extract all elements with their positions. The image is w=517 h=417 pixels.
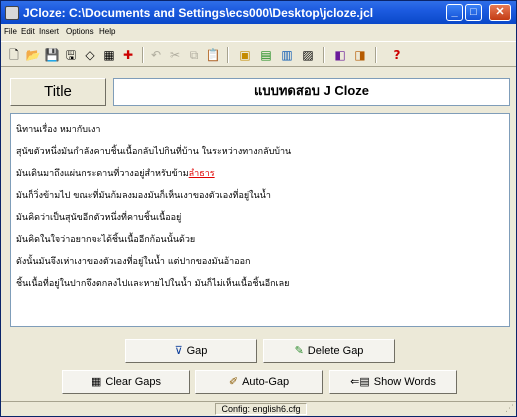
show-words-button-label: Show Words [373,376,436,388]
clear-icon[interactable]: ◇ [82,47,98,63]
new-file-icon[interactable]: 🗋 [6,47,22,63]
title-bar[interactable]: JCloze: C:\Documents and Settings\ecs000… [1,1,516,24]
copy-icon[interactable]: ⧉ [186,47,202,63]
gap-button[interactable]: ⊽ Gap [125,339,257,363]
help-icon[interactable]: ? [389,47,405,63]
app-icon[interactable] [5,6,19,20]
toolbar: 🗋 📂 💾 🖫 ◇ ▦ ✚ ↶ ✂ ⧉ 📋 ▣ ▤ ▥ ▨ ◧ ◨ ? [1,41,516,67]
auto-gap-icon: ✐ [228,376,239,388]
text-line: สุนัขตัวหนึ่งมันกำลังคาบชิ้นเนื้อกลับไปก… [16,147,292,157]
window-title: JCloze: C:\Documents and Settings\ecs000… [23,6,374,20]
text-line: มันก็วิ่งข้ามไป ขณะที่มันก้มลงมองมันก็เห… [16,191,271,201]
view-icon[interactable]: ◧ [332,47,348,63]
text-line: มันคิดว่าเป็นสุนัขอีกตัวหนึ่งที่คาบชิ้นเ… [16,213,182,223]
show-words-button[interactable]: ⇐▤ Show Words [329,370,457,394]
auto-gap-button[interactable]: ✐ Auto-Gap [195,370,323,394]
text-line: ดังนั้นมันจึงเห่าเงาของตัวเองที่อยู่ในน้… [16,257,251,267]
toolbar-separator [227,47,229,63]
open-folder-icon[interactable]: 📂 [25,47,41,63]
delete-gap-button-label: Delete Gap [307,345,364,357]
menu-edit[interactable]: Edit [21,27,35,36]
export-icon[interactable]: ▥ [279,47,295,63]
save-icon[interactable]: 💾 [44,47,60,63]
text-line-content: มันเดินมาถึงแผ่นกระดานที่วางอยู่สำหรับข้… [16,169,189,179]
minimize-button[interactable]: _ [446,4,463,21]
toolbar-separator [142,47,144,63]
menu-bar: File Edit Insert Options Help [1,24,516,40]
resize-grip-icon[interactable]: ⋰ [505,404,514,414]
cut-icon[interactable]: ✂ [167,47,183,63]
gap-word[interactable]: ลำธาร [189,169,215,179]
clear-gaps-button-label: Clear Gaps [105,376,162,388]
config-icon[interactable]: ◨ [352,47,368,63]
clear-gaps-icon: ▦ [90,376,102,388]
gap-icon: ⊽ [174,345,183,357]
app-window: JCloze: C:\Documents and Settings\ecs000… [0,0,517,417]
create-web-page-icon[interactable]: ▣ [237,47,253,63]
delete-gap-button[interactable]: ✎ Delete Gap [263,339,395,363]
delete-gap-icon: ✎ [294,345,304,357]
auto-gap-button-label: Auto-Gap [242,376,290,388]
title-label: Title [10,78,106,106]
toolbar-separator [375,47,377,63]
text-line: มันเดินมาถึงแผ่นกระดานที่วางอยู่สำหรับข้… [16,166,215,180]
print-icon[interactable]: ▨ [300,47,316,63]
text-line: นิทานเรื่อง หมากับเงา [16,125,101,135]
menu-help[interactable]: Help [99,27,115,36]
text-line: มันคิดในใจว่าอยากจะได้ชิ้นเนื้ออีกก้อนนั… [16,235,196,245]
clear-gaps-button[interactable]: ▦ Clear Gaps [62,370,190,394]
text-line: ชิ้นเนื้อที่อยู่ในปากจึงตกลงไปและหายไปใน… [16,279,290,289]
maximize-button[interactable]: □ [465,4,482,21]
gap-button-label: Gap [186,345,208,357]
add-icon[interactable]: ✚ [120,47,136,63]
title-input[interactable]: แบบทดสอบ J Cloze [113,78,510,106]
status-bar: Config: english6.cfg ⋰ [1,401,516,416]
menu-file[interactable]: File [4,27,17,36]
menu-insert[interactable]: Insert [39,27,59,36]
find-icon[interactable]: ▦ [101,47,117,63]
toolbar-separator [323,47,325,63]
cloze-text-area[interactable]: นิทานเรื่อง หมากับเงา สุนัขตัวหนึ่งมันกำ… [10,113,510,327]
save-as-icon[interactable]: 🖫 [63,47,79,63]
paste-icon[interactable]: 📋 [205,47,221,63]
menu-options[interactable]: Options [66,27,94,36]
close-button[interactable]: ✕ [489,4,511,21]
config-status: Config: english6.cfg [215,403,307,415]
undo-icon[interactable]: ↶ [148,47,164,63]
create-html5-icon[interactable]: ▤ [258,47,274,63]
show-words-icon: ⇐▤ [350,376,370,388]
